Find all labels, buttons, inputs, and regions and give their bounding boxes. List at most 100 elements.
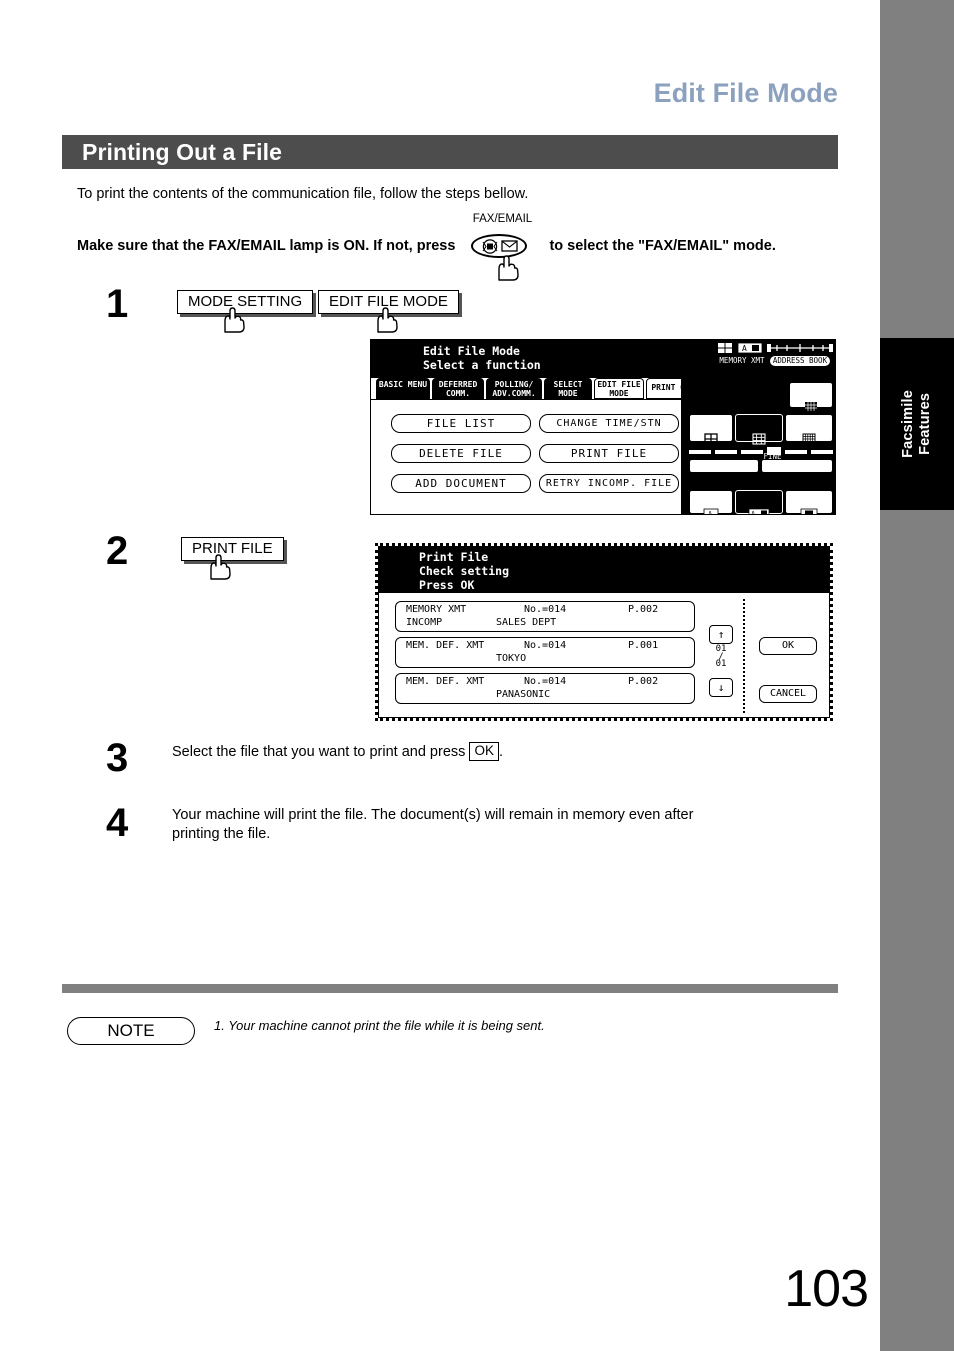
step-3-text-after: . [498,744,503,760]
button-address-book[interactable]: ADDRESS BOOK [769,355,831,367]
darker-label: DARKER [796,475,825,484]
file-row[interactable]: MEM. DEF. XMT No.=014 P.002 PANASONIC [395,673,695,704]
tab-edit-file-mode[interactable]: EDIT FILE MODE [594,378,644,399]
footer-divider [62,984,838,993]
lcd1-function-area: FILE LIST DELETE FILE ADD DOCUMENT CHANG… [371,399,681,514]
scroll-up-button[interactable]: ↑ [709,625,733,644]
step-4-number: 4 [106,801,129,845]
photo-icon [800,508,818,514]
lighter-label: LIGHTER [720,475,755,484]
lcd-button-delete-file[interactable]: DELETE FILE [391,444,531,463]
hand-pointer-icon [224,307,245,333]
fine-grid-icon [752,433,766,445]
step-4-text: Your machine will print the file. The do… [172,807,694,843]
button-original-photo[interactable]: PHOTO [785,490,833,514]
lcd1-header-title: Edit File Mode [423,344,520,358]
file-row-name: SALES DEPT [496,617,557,628]
step-3-number: 3 [106,736,129,780]
file-row[interactable]: MEMORY XMT No.=014 P.002 INCOMP SALES DE… [395,601,695,632]
lcd2-divider [743,599,745,713]
lcd2-header-prompt: Press OK [419,578,475,592]
lcd-button-retry-incomp-file[interactable]: RETRY INCOMP. FILE [539,474,679,493]
tab-select-mode[interactable]: SELECT MODE [544,378,592,399]
file-row-no: No.=014 [524,604,567,615]
lcd-button-file-list[interactable]: FILE LIST [391,414,531,433]
fax-icon [482,238,498,254]
section-title: Printing Out a File [82,138,282,165]
envelope-icon [501,240,518,252]
note-badge: NOTE [67,1017,195,1045]
button-original-text[interactable]: A TEXT [689,490,733,514]
hand-pointer-icon [498,255,520,281]
lcd1-tab-row: BASIC MENU DEFERRED COMM. POLLING/ ADV.C… [374,378,700,400]
button-original-text-photo[interactable]: A TEXT/PHOTO [735,490,783,514]
scroll-page-indicator: 01 / 01 [709,644,733,678]
text-photo-icon: A [748,508,770,514]
std-grid-icon [704,433,718,445]
file-row-pages: P.001 [628,640,659,651]
button-darker[interactable]: DARKER [761,459,833,484]
step-3-text: Select the file that you want to print a… [172,742,503,762]
scroll-controls: ↑ 01 / 01 ↓ [709,625,733,697]
text-photo-mode-icon: A [737,342,763,354]
file-row[interactable]: MEM. DEF. XMT No.=014 P.001 TOKYO [395,637,695,668]
file-row-pages: P.002 [628,676,659,687]
contrast-level-bar [689,447,833,455]
lcd2-header-subtitle: Check setting [419,564,510,578]
file-row-name: TOKYO [496,653,527,664]
fax-email-label: FAX/EMAIL [472,213,533,225]
lcd2-header-title: Print File [419,550,489,564]
lcd-button-add-document[interactable]: ADD DOCUMENT [391,474,531,493]
lamp-instruction-suffix: to select the "FAX/EMAIL" mode. [549,238,776,254]
svg-text:A: A [742,344,747,353]
side-tab-facsimile-features: Facsimile Features [880,338,954,510]
resolution-grid-icon [718,343,732,353]
lcd1-status-panel: A MEMORY XMT ADDRESS BOOK 600dpi STD [681,340,835,514]
file-row-no: No.=014 [524,676,567,687]
file-row-type: MEMORY XMT [406,604,467,615]
file-row-no: No.=014 [524,640,567,651]
step-2-number: 2 [106,529,129,573]
lcd-button-print-file[interactable]: PRINT FILE [539,444,679,463]
tab-polling-adv[interactable]: POLLING/ ADV.COMM. [486,378,542,399]
sfine-grid-icon [802,433,816,445]
lcd-screen-print-file: Print File Check setting Press OK MEMORY… [375,543,833,721]
lamp-instruction-prefix: Make sure that the FAX/EMAIL lamp is ON.… [77,238,456,254]
inline-ok-key[interactable]: OK [469,742,499,761]
tab-deferred-comm[interactable]: DEFERRED COMM. [432,378,484,399]
scroll-down-button[interactable]: ↓ [709,678,733,697]
button-resolution-std[interactable]: STD [689,414,733,460]
cancel-button[interactable]: CANCEL [759,685,817,703]
button-resolution-fine[interactable]: FINE [735,414,783,460]
file-row-name: PANASONIC [496,689,551,700]
status-dpi: 600dpi [789,382,835,427]
file-row-type: MEM. DEF. XMT [406,676,485,687]
step-3-text-before: Select the file that you want to print a… [172,744,466,760]
button-resolution-sfine[interactable]: S-FINE [785,414,835,460]
lamp-instruction: Make sure that the FAX/EMAIL lamp is ON.… [77,213,776,281]
ok-button[interactable]: OK [759,637,817,655]
scroll-total: 01 [715,659,727,669]
text-icon: A [703,508,719,514]
hand-pointer-icon [210,554,231,580]
note-item: 1. Your machine cannot print the file wh… [214,1018,545,1033]
step-1-number: 1 [106,282,129,326]
right-edge-strip [880,0,954,1351]
lcd1-header-subtitle: Select a function [423,358,541,372]
dpi-grid-icon [805,401,817,411]
status-memory-xmt: MEMORY XMT [717,355,767,366]
lcd2-header: Print File Check setting Press OK [379,547,829,593]
file-row-type: MEM. DEF. XMT [406,640,485,651]
page-title: Edit File Mode [653,78,838,108]
tab-basic-menu[interactable]: BASIC MENU [376,378,430,399]
intro-paragraph: To print the contents of the communicati… [77,186,529,202]
hand-pointer-icon [377,307,398,333]
lcd-screen-edit-file-mode: Edit File Mode Select a function BASIC M… [370,339,836,515]
page-number: 103 [784,1260,869,1318]
section-header-bar: Printing Out a File [62,135,838,169]
button-lighter[interactable]: LIGHTER [689,459,759,484]
fax-email-button[interactable]: FAX/EMAIL [461,213,543,281]
contrast-slider-icon[interactable] [767,342,833,354]
file-row-status: INCOMP [406,617,443,628]
lcd-button-change-time-stn[interactable]: CHANGE TIME/STN [539,414,679,433]
